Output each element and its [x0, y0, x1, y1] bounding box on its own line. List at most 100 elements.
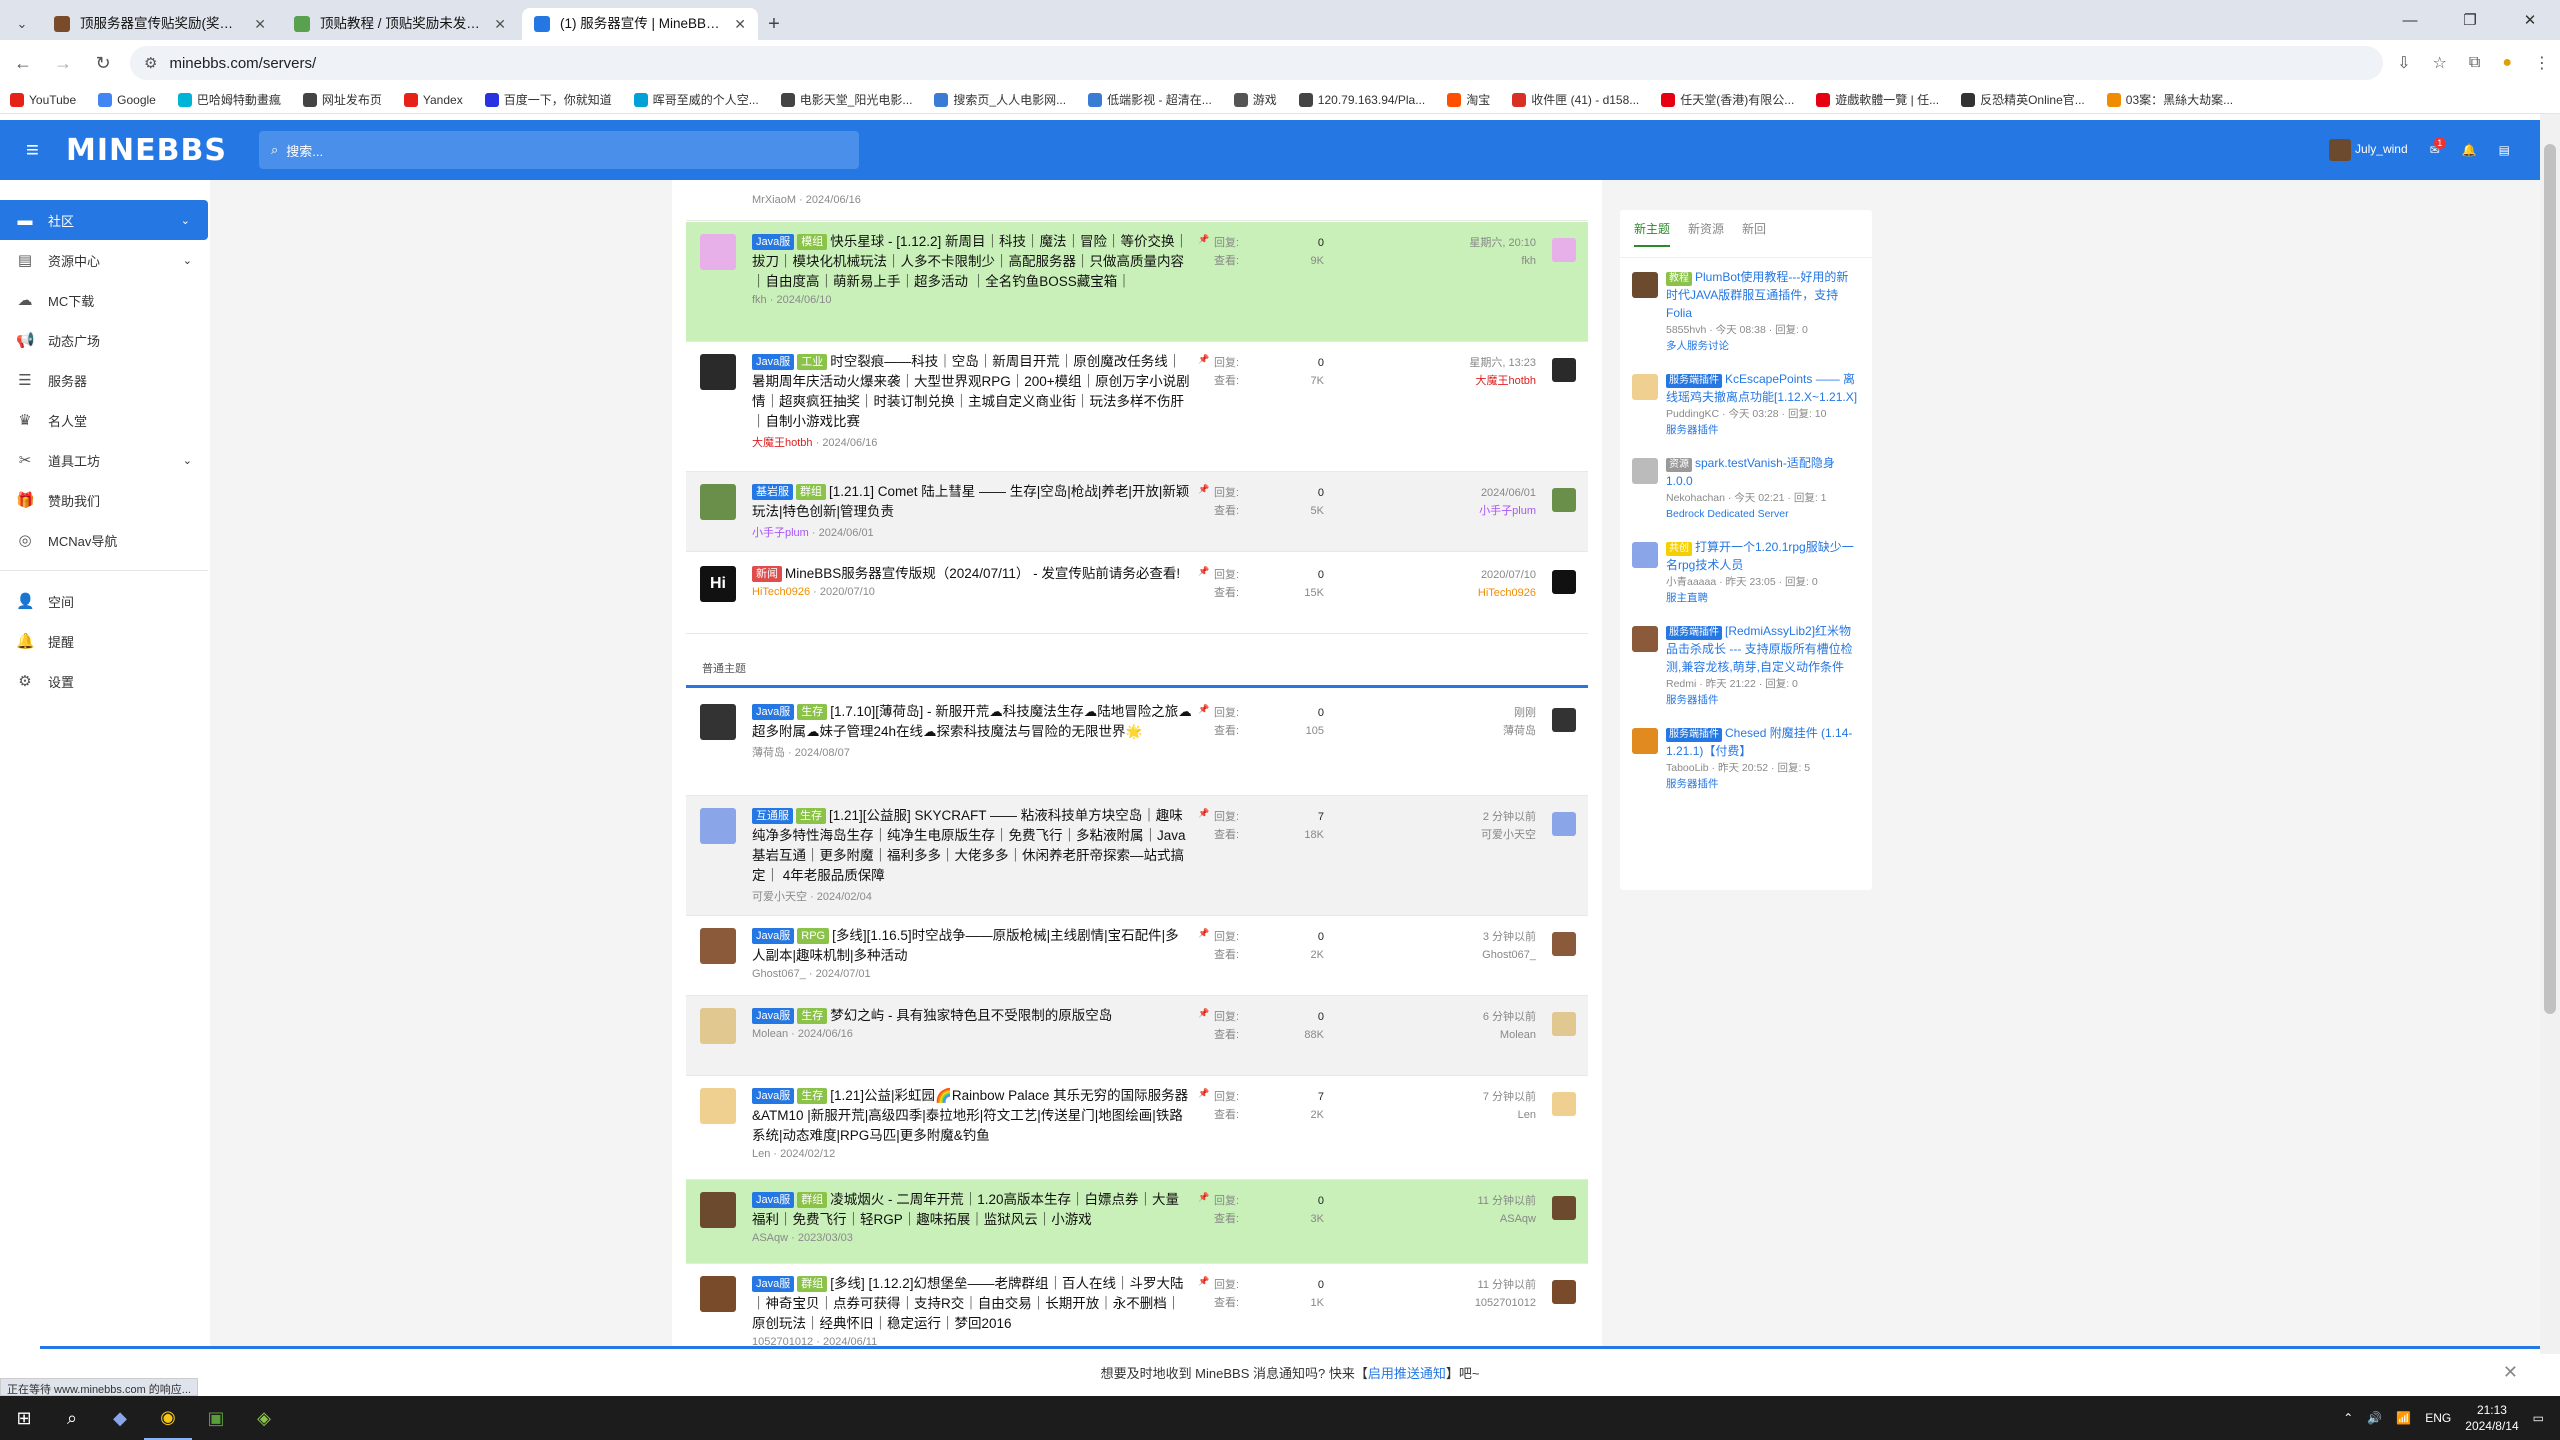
- last-post-user[interactable]: Len: [1386, 1106, 1536, 1124]
- hamburger-menu-icon[interactable]: ≡: [26, 137, 52, 163]
- last-poster-avatar[interactable]: [1552, 1092, 1576, 1116]
- whats-new-icon[interactable]: ▤: [2499, 143, 2510, 157]
- network-icon[interactable]: 📶: [2396, 1411, 2411, 1425]
- thread-avatar[interactable]: [700, 704, 736, 740]
- latest-title-text[interactable]: PlumBot使用教程---好用的新时代JAVA版群服互通插件，支持Folia: [1666, 270, 1848, 320]
- sidebar-item[interactable]: ☁ MC下载: [0, 280, 210, 320]
- thread-prefix-tag[interactable]: Java服: [752, 704, 795, 720]
- last-post-user[interactable]: Ghost067_: [1386, 946, 1536, 964]
- minecraft-taskbar-icon[interactable]: ▣: [192, 1396, 240, 1440]
- thread-prefix-tag[interactable]: 工业: [797, 354, 828, 370]
- thread-prefix-tag[interactable]: Java服: [752, 354, 795, 370]
- thread-prefix-tag[interactable]: 生存: [797, 704, 828, 720]
- thread-title[interactable]: Java服 生存 梦幻之屿 - 具有独家特色且不受限制的原版空岛: [752, 1006, 1192, 1026]
- input-language[interactable]: ENG: [2425, 1411, 2451, 1425]
- notification-center-icon[interactable]: ▭: [2533, 1411, 2544, 1425]
- thread-title[interactable]: Java服 群组 凌城烟火 - 二周年开荒｜1.20高版本生存｜白嫖点券｜大量福利｜…: [752, 1190, 1192, 1230]
- latest-title[interactable]: 共创 打算开一个1.20.1rpg服缺少一名rpg技术人员: [1666, 538, 1860, 574]
- chevron-down-icon[interactable]: ⌄: [181, 214, 190, 227]
- last-post-user[interactable]: ASAqw: [1386, 1210, 1536, 1228]
- thread-author[interactable]: 可爱小天空: [752, 891, 807, 903]
- restore-icon[interactable]: ❐: [2440, 0, 2500, 40]
- last-poster-avatar[interactable]: [1552, 812, 1576, 836]
- extensions-icon[interactable]: ⧉: [2469, 54, 2480, 72]
- latest-title[interactable]: 服务端插件 Chesed 附魔挂件 (1.14-1.21.1)【付费】: [1666, 724, 1860, 760]
- bookmark-item[interactable]: 百度一下，你就知道: [484, 91, 612, 108]
- sidebar-item[interactable]: 🎁 赞助我们: [0, 480, 210, 520]
- tab-close-icon[interactable]: ✕: [734, 16, 746, 33]
- last-post-time[interactable]: 7 分钟以前: [1386, 1088, 1536, 1106]
- bookmark-item[interactable]: 收件匣 (41) - d158...: [1512, 91, 1639, 108]
- bell-icon[interactable]: 🔔: [2462, 143, 2477, 157]
- menu-icon[interactable]: ⋮: [2534, 53, 2550, 73]
- last-post-user[interactable]: 大魔王hotbh: [1386, 372, 1536, 390]
- thread-row[interactable]: Java服 生存 [1.7.10][薄荷岛] - 新服开荒☁科技魔法生存☁陆地冒险之…: [686, 692, 1588, 796]
- thread-row[interactable]: Java服 生存 梦幻之屿 - 具有独家特色且不受限制的原版空岛 Molean · 2…: [686, 996, 1588, 1076]
- sidebar-item[interactable]: ☰ 服务器: [0, 360, 210, 400]
- tab-search-icon[interactable]: ⌄: [6, 8, 38, 40]
- thread-avatar[interactable]: Hi: [700, 566, 736, 602]
- latest-avatar[interactable]: [1632, 458, 1658, 484]
- thread-row[interactable]: 互通服 生存 [1.21][公益服] SKYCRAFT —— 粘液科技单方块空岛｜趣…: [686, 796, 1588, 916]
- taskbar-search-icon[interactable]: ⌕: [48, 1396, 96, 1440]
- bookmark-item[interactable]: Google: [98, 92, 156, 107]
- back-icon[interactable]: ←: [10, 53, 36, 74]
- thread-author[interactable]: 小手子plum: [752, 527, 809, 539]
- reload-icon[interactable]: ↻: [90, 53, 116, 74]
- thread-prefix-tag[interactable]: 群组: [797, 1192, 828, 1208]
- new-tab-button[interactable]: +: [758, 8, 790, 40]
- thread-prefix-tag[interactable]: 模组: [797, 234, 828, 250]
- close-banner-icon[interactable]: ✕: [2503, 1362, 2518, 1383]
- last-post-user[interactable]: fkh: [1386, 252, 1536, 270]
- thread-prefix-tag[interactable]: 生存: [797, 1088, 828, 1104]
- thread-prefix-tag[interactable]: Java服: [752, 928, 795, 944]
- latest-title[interactable]: 服务端插件 KcEscapePoints —— 离线瑶鸡夫撤离点功能[1.12.X…: [1666, 370, 1860, 406]
- last-post-user[interactable]: 小手子plum: [1386, 502, 1536, 520]
- scrollbar-thumb[interactable]: [2544, 144, 2556, 1014]
- taskbar-app-icon[interactable]: ◆: [96, 1396, 144, 1440]
- latest-forum[interactable]: Bedrock Dedicated Server: [1666, 506, 1860, 522]
- sidebar-item[interactable]: ▬ 社区 ⌄: [0, 200, 208, 240]
- bookmark-item[interactable]: Yandex: [403, 92, 463, 107]
- thread-prefix-tag[interactable]: Java服: [752, 1008, 795, 1024]
- volume-icon[interactable]: 🔊: [2367, 1411, 2382, 1425]
- last-post-time[interactable]: 3 分钟以前: [1386, 928, 1536, 946]
- sidebar-item[interactable]: 🔔 提醒: [0, 621, 210, 661]
- minecraft-launcher-icon[interactable]: ◈: [240, 1396, 288, 1440]
- thread-author[interactable]: Molean: [752, 1028, 788, 1040]
- thread-prefix-tag[interactable]: Java服: [752, 1088, 795, 1104]
- forward-icon[interactable]: →: [50, 53, 76, 74]
- thread-avatar[interactable]: [700, 1088, 736, 1124]
- thread-row[interactable]: Java服 模组 快乐星球 - [1.12.2] 新周目｜科技｜魔法｜冒险｜等价交换…: [686, 222, 1588, 342]
- last-poster-avatar[interactable]: [1552, 1012, 1576, 1036]
- last-poster-avatar[interactable]: [1552, 488, 1576, 512]
- chevron-down-icon[interactable]: ⌄: [183, 454, 192, 467]
- thread-prefix-tag[interactable]: 群组: [796, 484, 826, 500]
- thread-title[interactable]: Java服 模组 快乐星球 - [1.12.2] 新周目｜科技｜魔法｜冒险｜等价交换…: [752, 232, 1192, 292]
- latest-forum[interactable]: 服务器插件: [1666, 692, 1860, 708]
- thread-prefix-tag[interactable]: RPG: [797, 928, 830, 944]
- thread-prefix-tag[interactable]: Java服: [752, 1276, 795, 1292]
- latest-forum[interactable]: 服主直聘: [1666, 590, 1860, 606]
- last-post-time[interactable]: 星期六, 13:23: [1386, 354, 1536, 372]
- last-post-time[interactable]: 2 分钟以前: [1386, 808, 1536, 826]
- latest-title[interactable]: 服务端插件 [RedmiAssyLib2]红米物品击杀成长 --- 支持原版所有槽…: [1666, 622, 1860, 676]
- bookmark-item[interactable]: 巴哈姆特動畫瘋: [177, 91, 281, 108]
- bookmark-item[interactable]: 电影天堂_阳光电影...: [780, 91, 912, 108]
- bookmark-item[interactable]: 03案：黑絲大劫案...: [2106, 91, 2233, 108]
- enable-push-link[interactable]: 启用推送通知: [1368, 1363, 1446, 1382]
- thread-author[interactable]: 大魔王hotbh: [752, 437, 813, 449]
- last-post-time[interactable]: 2020/07/10: [1386, 566, 1536, 584]
- browser-tab[interactable]: 顶服务器宣传贴奖励(奖励天空 ✕: [42, 8, 278, 40]
- latest-forum[interactable]: 服务器插件: [1666, 776, 1860, 792]
- close-window-icon[interactable]: ✕: [2500, 0, 2560, 40]
- bookmark-item[interactable]: 网址发布页: [302, 91, 382, 108]
- thread-avatar[interactable]: [700, 808, 736, 844]
- bookmark-item[interactable]: YouTube: [10, 92, 76, 107]
- latest-title[interactable]: 资源 spark.testVanish-适配隐身1.0.0: [1666, 454, 1860, 490]
- thread-prefix-tag[interactable]: Java服: [752, 234, 795, 250]
- thread-title-text[interactable]: MineBBS服务器宣传版规（2024/07/11） - 发宣传贴前请务必查看!: [785, 566, 1180, 581]
- thread-row[interactable]: Java服 群组 [多线] [1.12.2]幻想堡垒——老牌群组｜百人在线｜斗罗大陆…: [686, 1264, 1588, 1350]
- bookmark-item[interactable]: 晖哥至威的个人空...: [633, 91, 759, 108]
- latest-item[interactable]: 服务端插件 Chesed 附魔挂件 (1.14-1.21.1)【付费】 TabooL…: [1620, 714, 1872, 798]
